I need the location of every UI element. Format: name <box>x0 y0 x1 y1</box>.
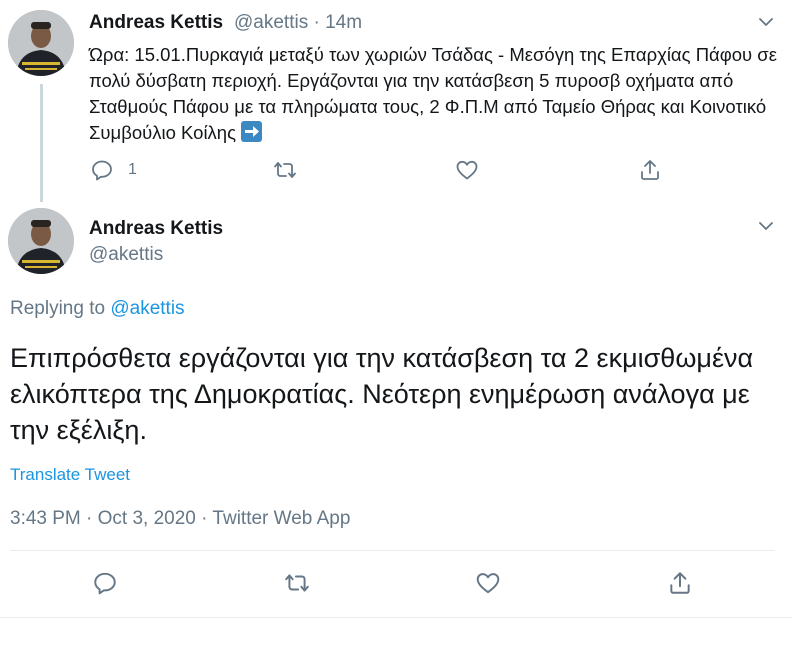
replying-to: Replying to @akettis <box>10 298 185 320</box>
reply-button[interactable] <box>92 570 118 596</box>
reply-icon <box>94 572 116 595</box>
tweet-text: Επιπρόσθετα εργάζονται για την κατάσβεση… <box>10 343 754 445</box>
retweet-button[interactable] <box>284 570 310 596</box>
reply-count: 1 <box>128 161 137 178</box>
tweet-body: Ώρα: 15.01.Πυρκαγιά μεταξύ των χωριών Τσ… <box>89 44 777 143</box>
chevron-down-icon[interactable] <box>757 217 775 235</box>
author-handle[interactable]: @akettis · 14m <box>234 12 362 34</box>
replying-prefix: Replying to <box>10 298 106 319</box>
tweet-thread: Andreas Kettis @akettis · 14m Ώρα: 15.01… <box>0 0 792 646</box>
chevron-down-icon[interactable] <box>757 13 775 31</box>
avatar[interactable] <box>8 208 74 274</box>
tweet-time[interactable]: 14m <box>325 12 362 33</box>
author-handle[interactable]: @akettis <box>89 244 163 266</box>
author-handle-text[interactable]: @akettis <box>234 12 308 33</box>
thread-connector-line <box>40 84 43 202</box>
share-icon <box>641 160 659 180</box>
separator-dot: · <box>313 12 320 33</box>
divider <box>10 550 775 551</box>
like-icon <box>476 573 500 594</box>
retweet-icon <box>274 162 296 178</box>
tweet-text: Ώρα: 15.01.Πυρκαγιά μεταξύ των χωριών Τσ… <box>89 42 779 146</box>
right-arrow-emoji <box>241 121 263 142</box>
translate-tweet-link[interactable]: Translate Tweet <box>10 465 130 485</box>
reply-button[interactable]: 1 <box>90 158 137 182</box>
replying-handle-link[interactable]: @akettis <box>110 298 184 319</box>
author-name[interactable]: Andreas Kettis <box>89 12 223 34</box>
share-button[interactable] <box>638 158 662 182</box>
like-icon <box>456 160 478 180</box>
share-button[interactable] <box>667 570 693 596</box>
avatar[interactable] <box>8 10 74 76</box>
author-name[interactable]: Andreas Kettis <box>89 218 223 240</box>
like-button[interactable] <box>475 570 501 596</box>
share-icon <box>670 572 690 594</box>
tweet-meta[interactable]: 3:43 PM · Oct 3, 2020 · Twitter Web App <box>10 508 350 530</box>
retweet-button[interactable] <box>273 158 297 182</box>
divider <box>0 617 792 618</box>
retweet-icon <box>285 574 309 592</box>
like-button[interactable] <box>455 158 479 182</box>
reply-icon <box>92 160 112 181</box>
